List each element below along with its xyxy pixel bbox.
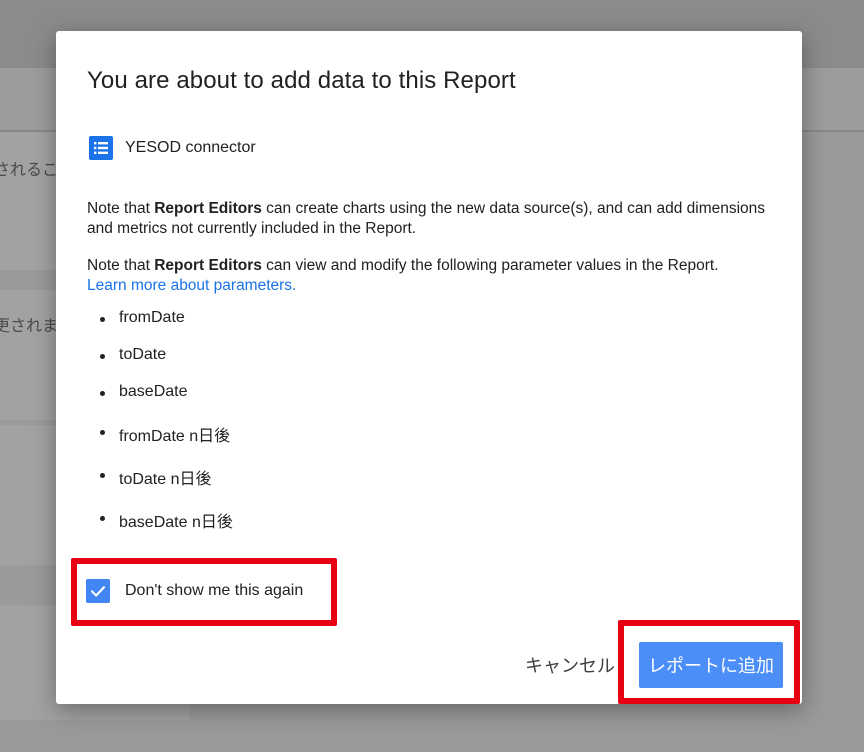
parameter-item: toDate n日後 [100, 465, 212, 489]
note-bold-text: Report Editors [154, 200, 262, 217]
background-text: 更されま [0, 318, 59, 335]
checkmark-icon [90, 586, 106, 597]
learn-more-parameters-link[interactable]: Learn more about parameters. [87, 277, 296, 294]
parameter-item: fromDate n日後 [99, 422, 230, 446]
note-text: Note that [87, 257, 155, 274]
data-source-row: YESOD connector [89, 136, 256, 160]
editor-note-charts: Note that Report Editors can create char… [87, 199, 777, 238]
note-text: Note that [87, 200, 155, 217]
parameter-item: fromDate [100, 309, 185, 326]
parameter-item: baseDate [100, 383, 188, 400]
dont-show-again-checkbox[interactable] [86, 579, 110, 603]
parameter-item: baseDate n日後 [100, 508, 233, 532]
background-text: されるこ [0, 162, 59, 179]
add-to-report-button[interactable]: レポートに追加 [639, 642, 783, 688]
data-source-name: YESOD connector [125, 139, 256, 156]
note-text: can view and modify the following parame… [261, 257, 719, 274]
list-icon [89, 136, 113, 160]
dialog-title: You are about to add data to this Report [87, 67, 516, 94]
dont-show-again-checkbox-row[interactable]: Don't show me this again [86, 579, 303, 603]
parameter-item: toDate [99, 346, 167, 363]
dont-show-again-label: Don't show me this again [125, 582, 304, 599]
add-data-dialog: You are about to add data to this Report… [56, 31, 802, 704]
note-bold-text: Report Editors [154, 257, 262, 274]
editor-note-parameters: Note that Report Editors can view and mo… [87, 256, 777, 295]
cancel-button[interactable]: キャンセル [517, 639, 623, 691]
